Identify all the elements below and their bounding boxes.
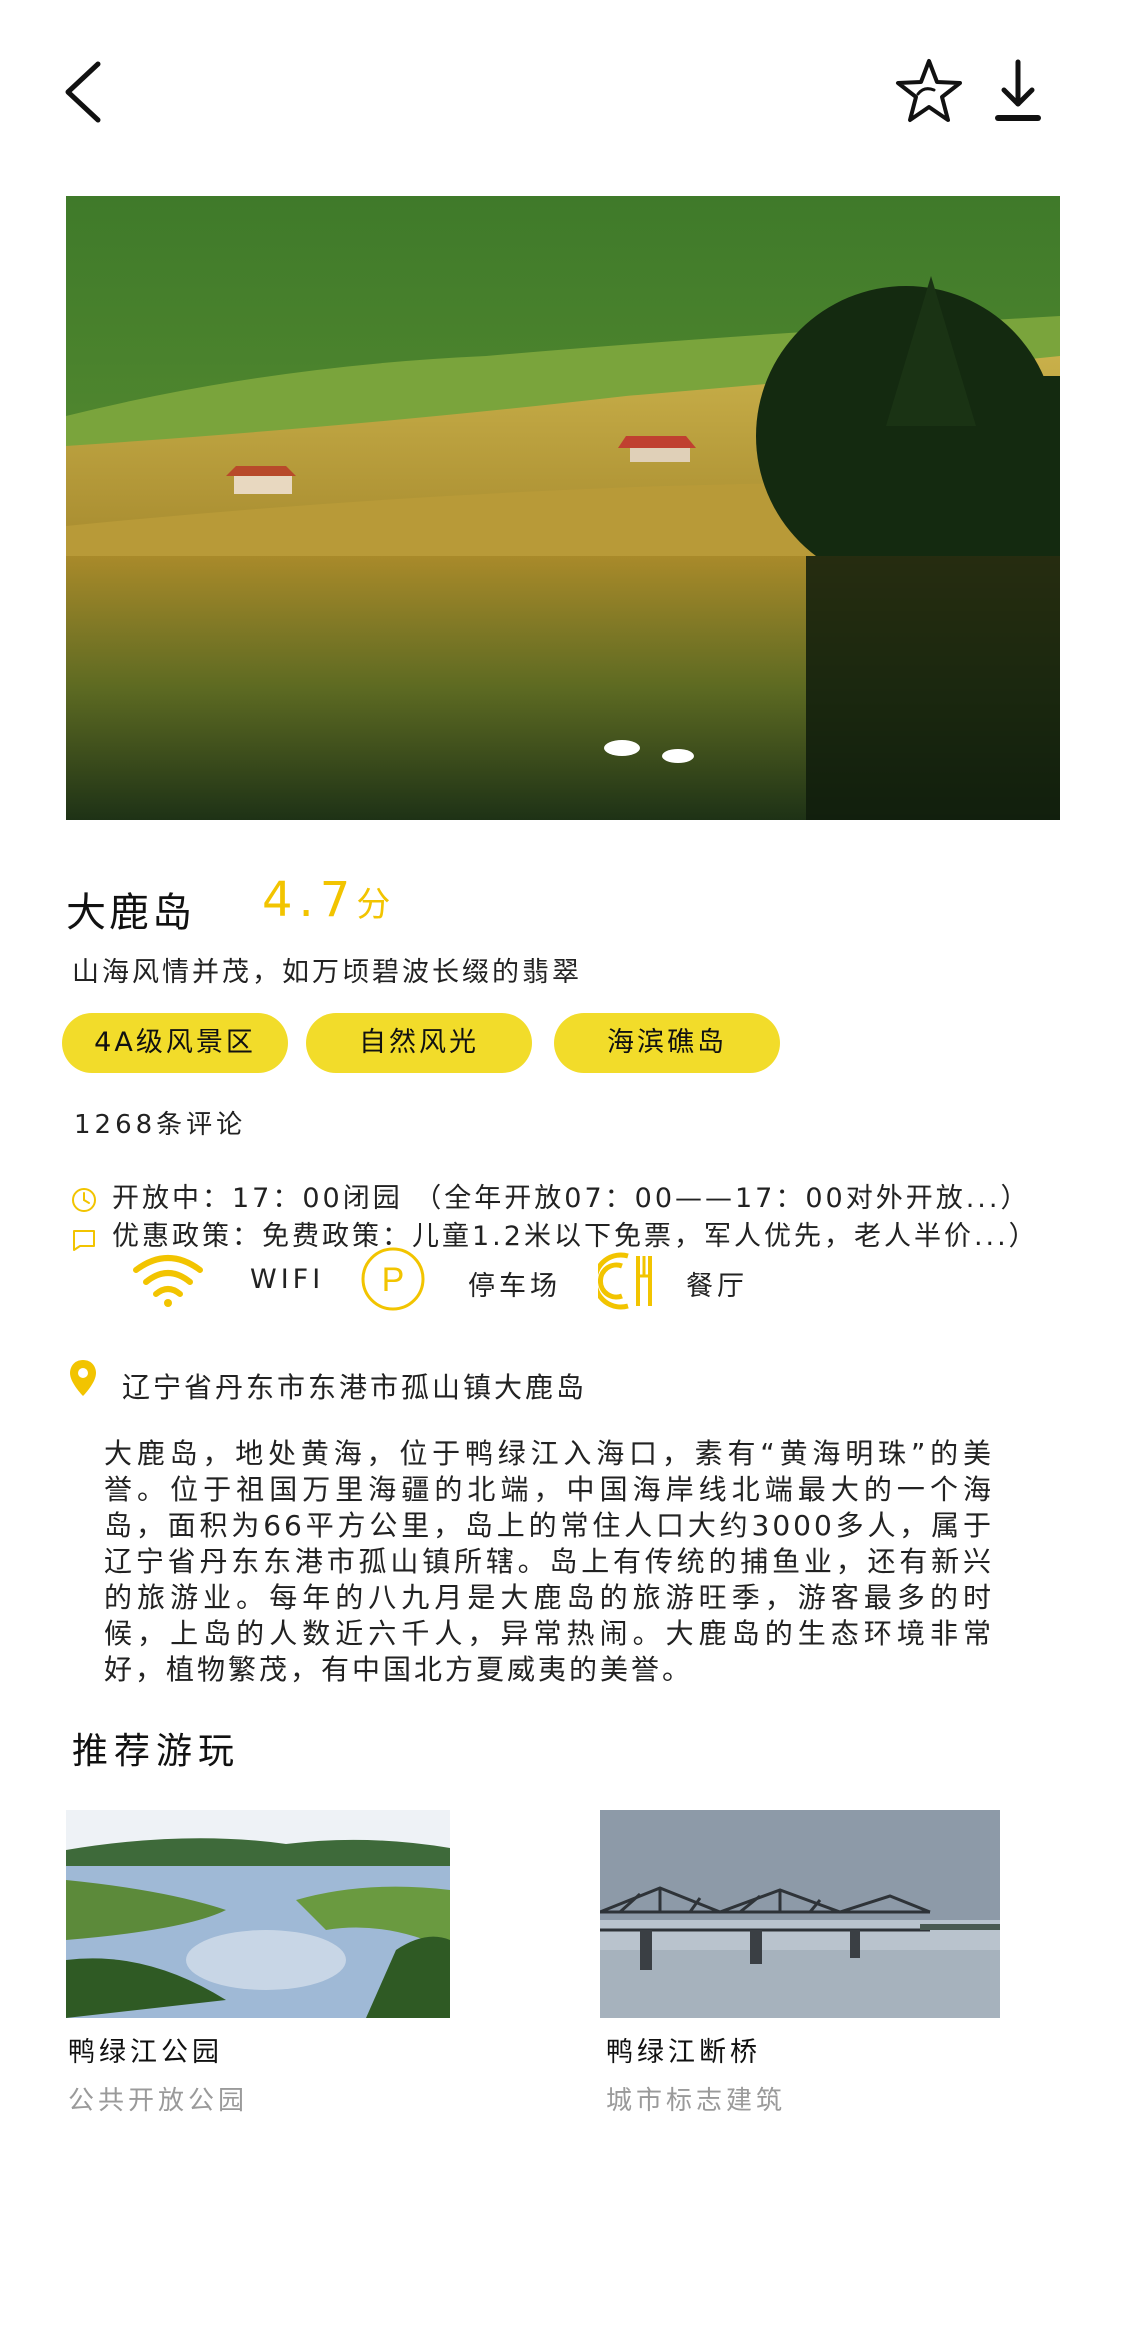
opening-hours-text: 开放中：17：00闭园 （全年开放07：00——17：00对外开放...） <box>112 1183 1031 1214</box>
spot-slogan: 山海风情并茂，如万顷碧波长缀的翡翠 <box>72 957 582 988</box>
restaurant-icon <box>592 1250 656 1316</box>
star-outline-icon <box>896 59 962 122</box>
rating-score: 4.7分 <box>262 872 390 928</box>
svg-text:P: P <box>382 1261 405 1299</box>
description-text: 大鹿岛，地处黄海，位于鸭绿江入海口，素有“黄海明珠”的美誉。位于祖国万里海疆的北… <box>104 1437 994 1686</box>
recommend-card-2-title[interactable]: 鸭绿江断桥 <box>606 2030 761 2069</box>
spot-title: 大鹿岛 <box>66 890 195 936</box>
rating-unit: 分 <box>356 885 391 925</box>
wifi-icon <box>132 1252 204 1312</box>
back-button[interactable] <box>58 56 114 128</box>
hero-image <box>66 196 1060 820</box>
tag-scenic-level[interactable]: 4A级风景区 <box>62 1013 288 1073</box>
ticket-icon <box>73 1229 95 1251</box>
recommend-card-1-image[interactable] <box>66 1810 450 2018</box>
facility-restaurant-label: 餐厅 <box>686 1271 748 1302</box>
chevron-left-icon <box>65 61 101 123</box>
tag-nature[interactable]: 自然风光 <box>306 1013 532 1073</box>
tag-island[interactable]: 海滨礁岛 <box>554 1013 780 1073</box>
recommend-section-title: 推荐游玩 <box>72 1731 241 1772</box>
parking-icon: P <box>360 1246 426 1316</box>
discount-policy-text: 优惠政策：免费政策：儿童1.2米以下免票，军人优先，老人半价...） <box>112 1221 1039 1252</box>
location-pin-icon <box>68 1358 98 1402</box>
favorite-button[interactable] <box>894 56 964 126</box>
facility-wifi-label: WIFI <box>250 1264 325 1295</box>
review-count[interactable]: 1268条评论 <box>74 1104 246 1141</box>
download-icon <box>995 59 1041 121</box>
recommend-card-2-image[interactable] <box>600 1810 1000 2018</box>
rating-value: 4.7 <box>262 872 357 928</box>
recommend-card-1-title[interactable]: 鸭绿江公园 <box>68 2030 223 2069</box>
recommend-card-1-subtitle: 公共开放公园 <box>68 2086 249 2116</box>
opening-hours-row: 开放中：17：00闭园 （全年开放07：00——17：00对外开放...） <box>70 1176 1030 1215</box>
recommend-card-2-subtitle: 城市标志建筑 <box>606 2086 787 2116</box>
download-button[interactable] <box>994 58 1042 124</box>
clock-icon <box>72 1187 96 1212</box>
discount-policy-row[interactable]: 优惠政策：免费政策：儿童1.2米以下免票，军人优先，老人半价...） <box>70 1214 1039 1253</box>
facility-parking-label: 停车场 <box>468 1271 561 1302</box>
address-text[interactable]: 辽宁省丹东市东港市孤山镇大鹿岛 <box>122 1366 587 1406</box>
